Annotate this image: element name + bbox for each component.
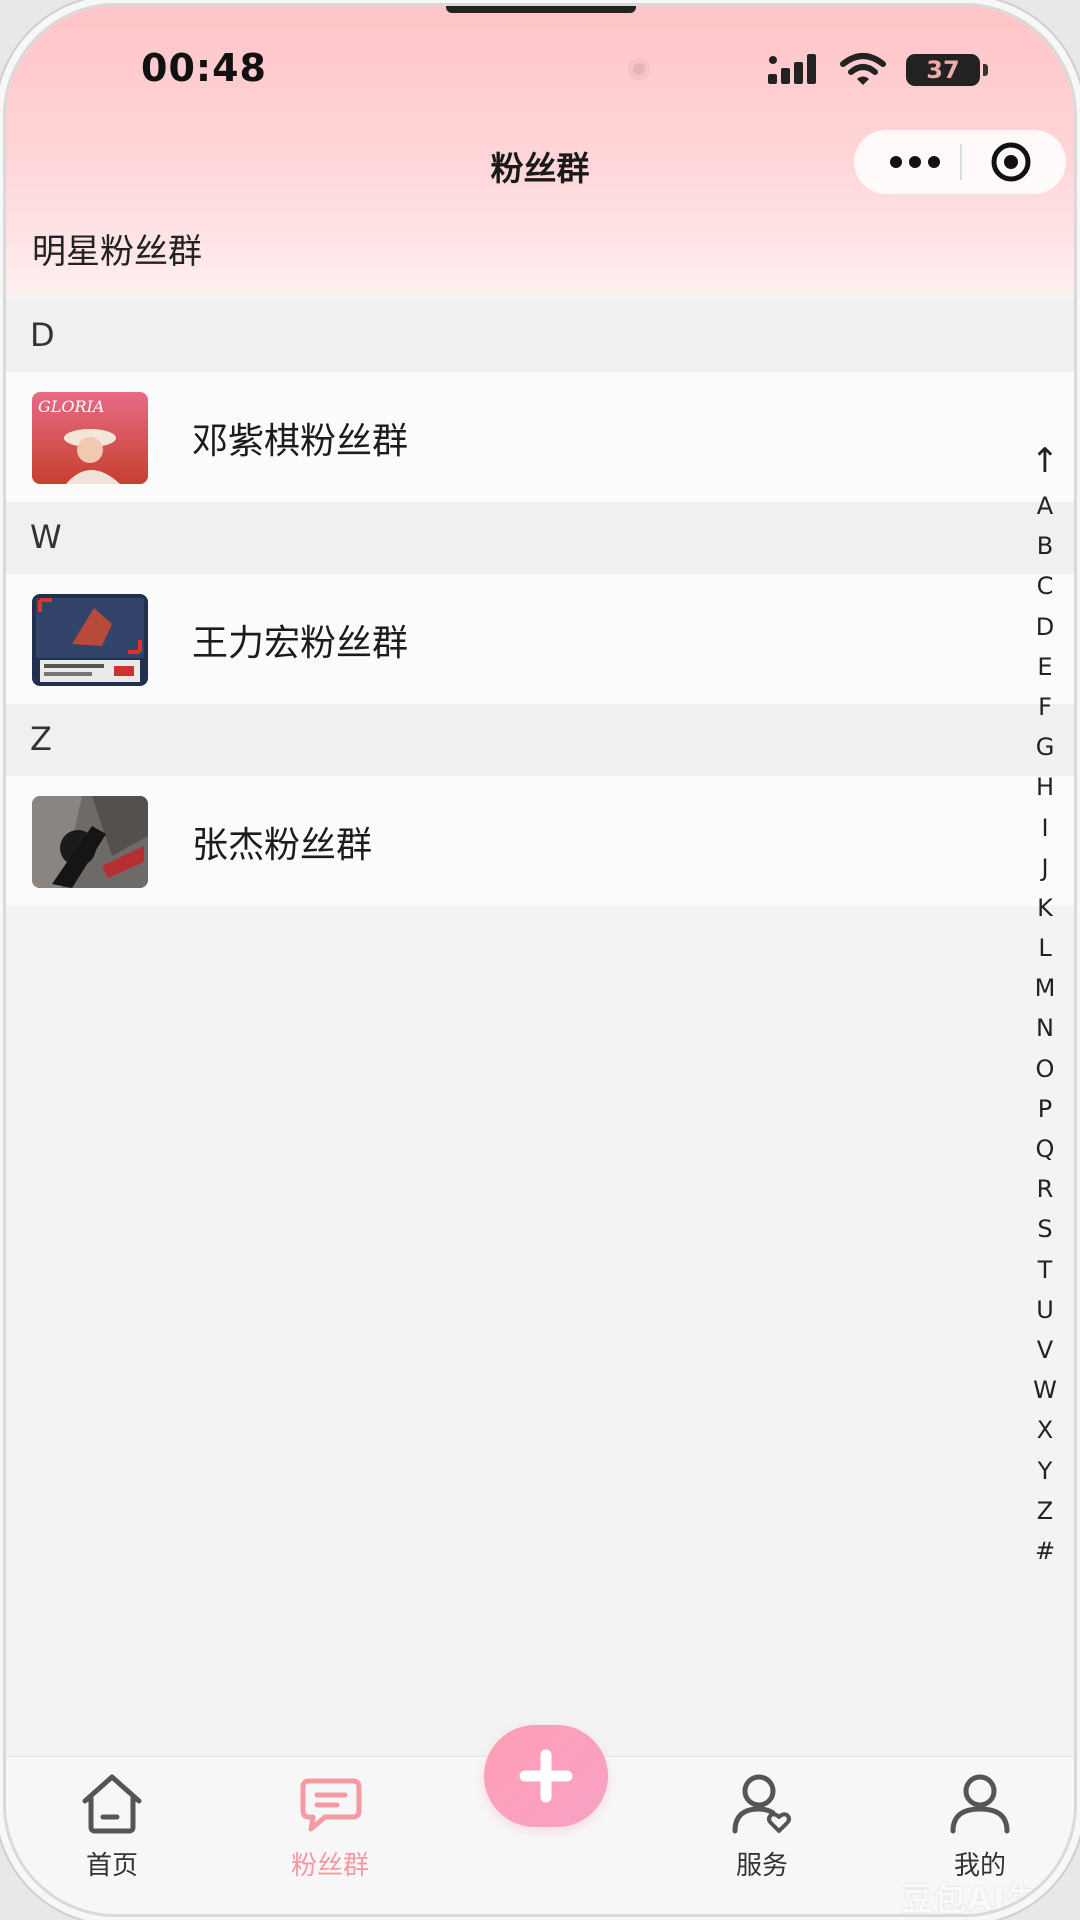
group-row-dengziqi[interactable]: GLORIA 邓紫棋粉丝群 — [6, 372, 1074, 502]
index-letter-i[interactable]: I — [1022, 808, 1068, 848]
album-cover-dark — [32, 796, 148, 888]
plus-icon — [519, 1749, 573, 1803]
target-icon[interactable] — [989, 140, 1033, 184]
letter-header-z: Z — [6, 704, 1074, 776]
header: 00:48 37 粉丝群 明星粉丝群 — [6, 6, 1074, 294]
scroll-top-arrow-icon[interactable]: ↑ — [1022, 436, 1068, 486]
index-letter-v[interactable]: V — [1022, 1330, 1068, 1370]
index-letter-t[interactable]: T — [1022, 1250, 1068, 1290]
more-icon[interactable] — [884, 130, 946, 194]
letter-header-w: W — [6, 502, 1074, 574]
album-cover-pink: GLORIA — [32, 392, 148, 484]
tab-home-label: 首页 — [85, 1851, 138, 1881]
index-letter-n[interactable]: N — [1022, 1008, 1068, 1048]
index-letter-hash[interactable]: # — [1022, 1531, 1068, 1571]
alphabet-index[interactable]: ↑ A B C D E F G H I J K L M N O P Q R S T U V W X Y Z # — [1022, 436, 1068, 1571]
index-letter-r[interactable]: R — [1022, 1169, 1068, 1209]
index-letter-o[interactable]: O — [1022, 1049, 1068, 1089]
index-letter-q[interactable]: Q — [1022, 1129, 1068, 1169]
mini-program-capsule — [854, 130, 1066, 194]
letter-label: D — [30, 316, 55, 354]
index-letter-e[interactable]: E — [1022, 647, 1068, 687]
battery-indicator: 37 — [906, 54, 988, 86]
index-letter-s[interactable]: S — [1022, 1209, 1068, 1249]
index-letter-x[interactable]: X — [1022, 1410, 1068, 1450]
index-letter-w[interactable]: W — [1022, 1370, 1068, 1410]
index-letter-y[interactable]: Y — [1022, 1451, 1068, 1491]
group-row-zhangjie[interactable]: 张杰粉丝群 — [6, 776, 1074, 906]
group-name: 王力宏粉丝群 — [192, 623, 409, 664]
svg-text:GLORIA: GLORIA — [38, 397, 104, 416]
camera-dot — [628, 58, 650, 80]
index-letter-j[interactable]: J — [1022, 848, 1068, 888]
index-letter-m[interactable]: M — [1022, 968, 1068, 1008]
letter-header-d: D — [6, 300, 1074, 372]
tab-home[interactable]: 首页 — [32, 1771, 192, 1882]
capsule-divider — [960, 144, 962, 180]
album-cover-blue — [32, 594, 148, 686]
index-letter-l[interactable]: L — [1022, 928, 1068, 968]
phone-screen: 00:48 37 粉丝群 明星粉丝群 D GLORIA 邓紫棋粉丝群 W 王力宏… — [6, 6, 1074, 1914]
letter-label: Z — [30, 720, 52, 758]
notch — [446, 6, 636, 13]
index-letter-b[interactable]: B — [1022, 526, 1068, 566]
group-row-wanglihong[interactable]: 王力宏粉丝群 — [6, 574, 1074, 704]
signal-icon — [768, 54, 816, 84]
index-letter-f[interactable]: F — [1022, 687, 1068, 727]
user-icon — [950, 1774, 1010, 1834]
index-letter-z[interactable]: Z — [1022, 1491, 1068, 1531]
add-button[interactable] — [484, 1725, 608, 1827]
index-letter-g[interactable]: G — [1022, 727, 1068, 767]
index-letter-u[interactable]: U — [1022, 1290, 1068, 1330]
service-icon — [732, 1774, 791, 1834]
index-letter-a[interactable]: A — [1022, 486, 1068, 526]
group-name: 邓紫棋粉丝群 — [192, 421, 409, 462]
home-icon — [82, 1774, 142, 1834]
index-letter-k[interactable]: K — [1022, 888, 1068, 928]
group-name: 张杰粉丝群 — [192, 825, 373, 866]
tab-service[interactable]: 服务 — [682, 1771, 842, 1882]
tab-fans-group-label: 粉丝群 — [290, 1851, 369, 1881]
tab-service-label: 服务 — [735, 1851, 788, 1881]
index-letter-d[interactable]: D — [1022, 607, 1068, 647]
fans-group-icon — [300, 1778, 362, 1832]
wifi-icon — [840, 53, 886, 85]
letter-label: W — [30, 518, 62, 556]
status-time: 00:48 — [141, 46, 267, 90]
tab-mine[interactable]: 我的 — [900, 1771, 1060, 1882]
index-letter-h[interactable]: H — [1022, 767, 1068, 807]
watermark: 豆包AI生成 — [901, 1880, 1072, 1914]
index-letter-c[interactable]: C — [1022, 566, 1068, 606]
index-letter-p[interactable]: P — [1022, 1089, 1068, 1129]
section-heading: 明星粉丝群 — [32, 232, 202, 272]
tab-fans-group[interactable]: 粉丝群 — [250, 1771, 410, 1882]
